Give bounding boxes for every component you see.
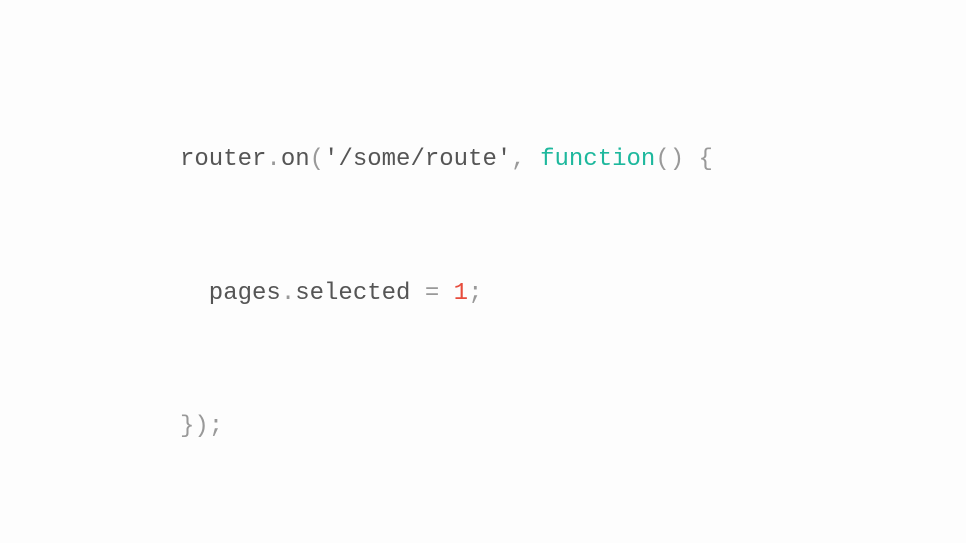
code-line-2: pages.selected = 1; <box>180 272 713 316</box>
token-punct: () { <box>655 146 713 173</box>
code-snippet: router.on('/some/route', function() { pa… <box>180 50 713 494</box>
token-punct: , <box>511 146 540 173</box>
token-keyword: function <box>540 146 655 173</box>
code-line-1: router.on('/some/route', function() { <box>180 138 713 182</box>
token-punct: . <box>281 280 295 307</box>
token-method: on <box>281 146 310 173</box>
token-property: selected <box>295 280 425 307</box>
token-identifier: router <box>180 146 266 173</box>
token-punct: }); <box>180 413 223 440</box>
token-string: '/some/route' <box>324 146 511 173</box>
code-line-3: }); <box>180 405 713 449</box>
token-operator: = <box>425 280 454 307</box>
token-punct: ( <box>310 146 324 173</box>
token-number: 1 <box>454 280 468 307</box>
token-punct: ; <box>468 280 482 307</box>
token-punct: . <box>266 146 280 173</box>
token-identifier: pages <box>209 280 281 307</box>
